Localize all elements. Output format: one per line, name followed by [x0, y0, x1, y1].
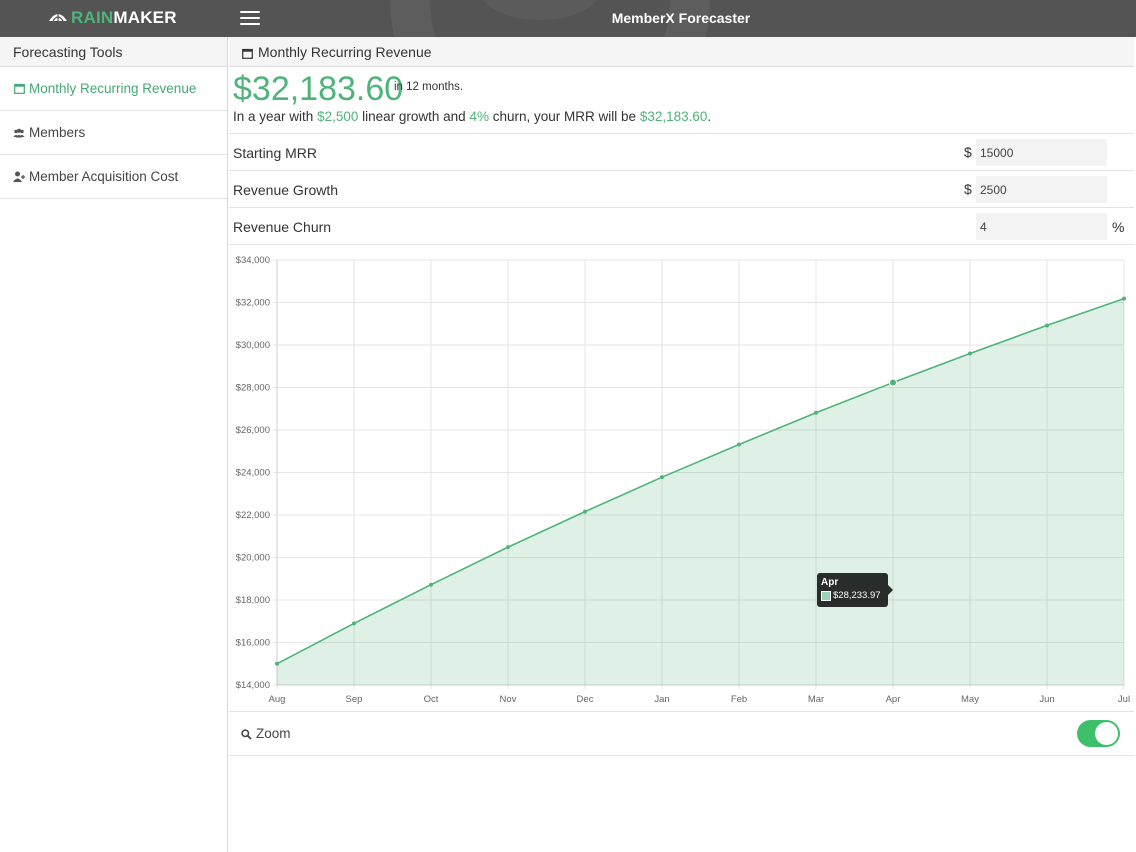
x-tick-label: Sep: [346, 694, 363, 705]
sidebar-item-label: Member Acquisition Cost: [29, 169, 179, 184]
data-point: [583, 509, 587, 514]
starting-mrr-row: Starting MRR $: [229, 134, 1134, 171]
data-point: [275, 661, 279, 666]
sidebar-item-label: Monthly Recurring Revenue: [29, 81, 197, 96]
zoom-toggle[interactable]: [1077, 720, 1120, 747]
revenue-churn-row: Revenue Churn %: [229, 208, 1134, 245]
y-tick-label: $32,000: [236, 298, 270, 309]
sidebar-item-members[interactable]: Members: [0, 111, 227, 155]
churn-value: 4%: [469, 109, 489, 124]
x-tick-label: May: [961, 694, 979, 705]
search-icon: [241, 728, 252, 740]
revenue-growth-label: Revenue Growth: [233, 182, 339, 198]
umbrella-logo-icon: [49, 14, 67, 22]
data-point: [1122, 296, 1126, 301]
x-tick-label: Jun: [1039, 694, 1054, 705]
revenue-churn-input[interactable]: [976, 213, 1107, 240]
sidebar: Forecasting Tools Monthly Recurring Reve…: [0, 37, 228, 852]
y-tick-label: $14,000: [236, 680, 270, 691]
forecast-period: in 12 months.: [394, 81, 464, 93]
forecast-value: $32,183.60: [233, 70, 404, 108]
calendar-icon: [13, 83, 25, 95]
x-tick-label: Mar: [808, 694, 824, 705]
revenue-growth-input[interactable]: [976, 176, 1107, 203]
forecast-summary: $32,183.60 in 12 months. In a year with …: [229, 67, 1134, 134]
mrr-chart: $34,000 $32,000 $30,000 $28,000 $26,000 $24,0…: [229, 246, 1134, 712]
percent-suffix: %: [1112, 219, 1125, 235]
y-tick-label: $22,000: [236, 510, 270, 521]
brand-name: RAINMAKER: [71, 8, 177, 27]
data-point: [660, 475, 664, 480]
x-tick-label: Jan: [654, 694, 669, 705]
y-tick-label: $16,000: [236, 638, 270, 649]
x-tick-label: Aug: [269, 694, 286, 705]
y-tick-label: $24,000: [236, 468, 270, 479]
data-point: [1045, 323, 1049, 328]
main-panel: Monthly Recurring Revenue $32,183.60 in …: [229, 37, 1134, 852]
sidebar-header: Forecasting Tools: [0, 37, 227, 67]
group-icon: [13, 127, 25, 139]
x-tick-label: Jul: [1118, 694, 1130, 705]
data-point: [889, 378, 897, 387]
y-tick-label: $34,000: [236, 255, 270, 266]
x-tick-label: Feb: [731, 694, 747, 705]
x-tick-label: Nov: [500, 694, 517, 705]
tooltip-swatch: [821, 590, 831, 601]
growth-value: $2,500: [317, 109, 359, 124]
y-tick-label: $28,000: [236, 383, 270, 394]
data-point: [968, 351, 972, 356]
zoom-label: Zoom: [256, 726, 291, 741]
zoom-row: Zoom: [229, 712, 1134, 756]
x-tick-label: Oct: [424, 694, 439, 705]
forecast-sentence: In a year with $2,500 linear growth and …: [233, 109, 712, 124]
data-point: [814, 410, 818, 415]
currency-prefix: $: [964, 181, 972, 197]
panel-header: Monthly Recurring Revenue: [229, 37, 1134, 67]
y-tick-label: $30,000: [236, 340, 270, 351]
result-value: $32,183.60: [639, 109, 708, 124]
menu-toggle-button[interactable]: [240, 11, 260, 27]
y-tick-label: $18,000: [236, 595, 270, 606]
starting-mrr-label: Starting MRR: [233, 145, 318, 161]
tooltip-title: Apr: [821, 577, 839, 588]
data-point: [352, 621, 356, 626]
panel-title: Monthly Recurring Revenue: [258, 43, 432, 60]
x-tick-label: Dec: [577, 694, 594, 705]
chart-tooltip: Apr $28,233.97: [817, 573, 893, 607]
data-point: [506, 545, 510, 550]
x-tick-label: Apr: [886, 694, 901, 705]
calendar-icon: [242, 46, 254, 59]
brand-logo[interactable]: RAINMAKER: [48, 8, 177, 28]
tooltip-value: $28,233.97: [833, 590, 881, 601]
data-point: [429, 582, 433, 587]
sidebar-item-label: Members: [29, 125, 86, 140]
sidebar-item-monthly-recurring-revenue[interactable]: Monthly Recurring Revenue: [0, 67, 227, 111]
currency-prefix: $: [964, 144, 972, 160]
starting-mrr-input[interactable]: [976, 139, 1107, 166]
sidebar-item-member-acquisition-cost[interactable]: Member Acquisition Cost: [0, 155, 227, 199]
revenue-growth-row: Revenue Growth $: [229, 171, 1134, 208]
revenue-churn-label: Revenue Churn: [233, 219, 332, 235]
series-area: [277, 298, 1124, 685]
mrr-chart-svg: $34,000 $32,000 $30,000 $28,000 $26,000 $24,0…: [236, 255, 1130, 705]
data-point: [737, 442, 741, 447]
toggle-knob: [1095, 722, 1118, 745]
user-add-icon: [13, 171, 25, 183]
top-navbar: RAINMAKER MemberX Forecaster: [0, 0, 1136, 37]
y-tick-label: $26,000: [236, 425, 270, 436]
y-tick-label: $20,000: [236, 553, 270, 564]
zoom-label-wrap: Zoom: [241, 726, 291, 741]
